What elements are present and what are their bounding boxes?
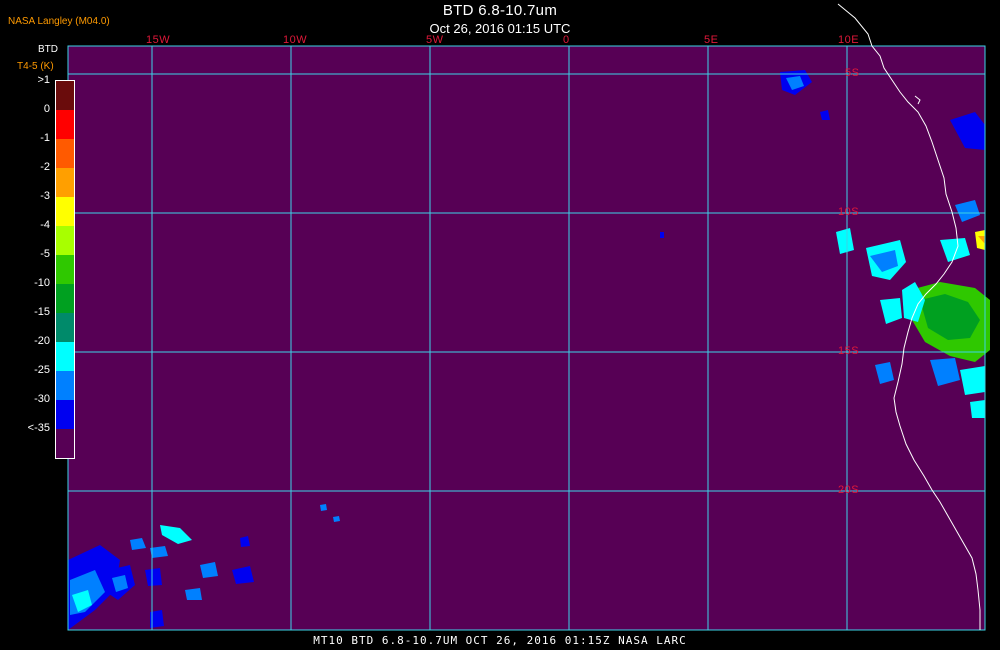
- legend-swatch: [56, 429, 74, 458]
- legend-title: BTD: [38, 44, 58, 55]
- legend-swatch: [56, 255, 74, 284]
- legend-swatch: [56, 400, 74, 429]
- provider-logo-text: NASA Langley (M04.0): [8, 16, 110, 27]
- footer-caption: MT10 BTD 6.8-10.7UM OCT 26, 2016 01:15Z …: [313, 634, 687, 647]
- legend-swatch: [56, 371, 74, 400]
- legend-swatch: [56, 168, 74, 197]
- legend-label: >1: [37, 74, 50, 86]
- lon-label-0: 0: [563, 34, 570, 46]
- lon-label-5e: 5E: [704, 34, 719, 46]
- lat-label-5s: 5S: [845, 67, 860, 79]
- legend-swatch: [56, 342, 74, 371]
- legend-label: -2: [40, 161, 50, 173]
- legend-label: 0: [43, 103, 50, 115]
- legend-swatch: [56, 313, 74, 342]
- satellite-map: [0, 0, 1000, 650]
- map-title: BTD 6.8-10.7um: [442, 2, 558, 19]
- legend-label: -15: [34, 306, 50, 318]
- legend-swatch: [56, 197, 74, 226]
- legend-swatch: [56, 226, 74, 255]
- legend-units: T4-5 (K): [17, 61, 54, 72]
- legend-label: -10: [34, 277, 50, 289]
- legend-swatch: [56, 139, 74, 168]
- legend-label: -4: [40, 219, 50, 231]
- legend-label: -30: [34, 393, 50, 405]
- legend-label: <-35: [27, 422, 50, 434]
- lat-label-10s: 10S: [838, 206, 860, 218]
- legend-label: -5: [40, 248, 50, 260]
- legend-label: -1: [40, 132, 50, 144]
- legend-label: -20: [34, 335, 50, 347]
- legend-label: -3: [40, 190, 50, 202]
- legend-label: -25: [34, 364, 50, 376]
- lon-label-10e: 10E: [838, 34, 860, 46]
- lat-label-20s: 20S: [838, 484, 860, 496]
- lat-label-15s: 15S: [838, 345, 860, 357]
- legend-swatch: [56, 110, 74, 139]
- lon-label-10w: 10W: [283, 34, 308, 46]
- lon-label-15w: 15W: [146, 34, 171, 46]
- lon-label-5w: 5W: [426, 34, 444, 46]
- legend-swatch: [56, 284, 74, 313]
- legend-swatch: [56, 81, 74, 110]
